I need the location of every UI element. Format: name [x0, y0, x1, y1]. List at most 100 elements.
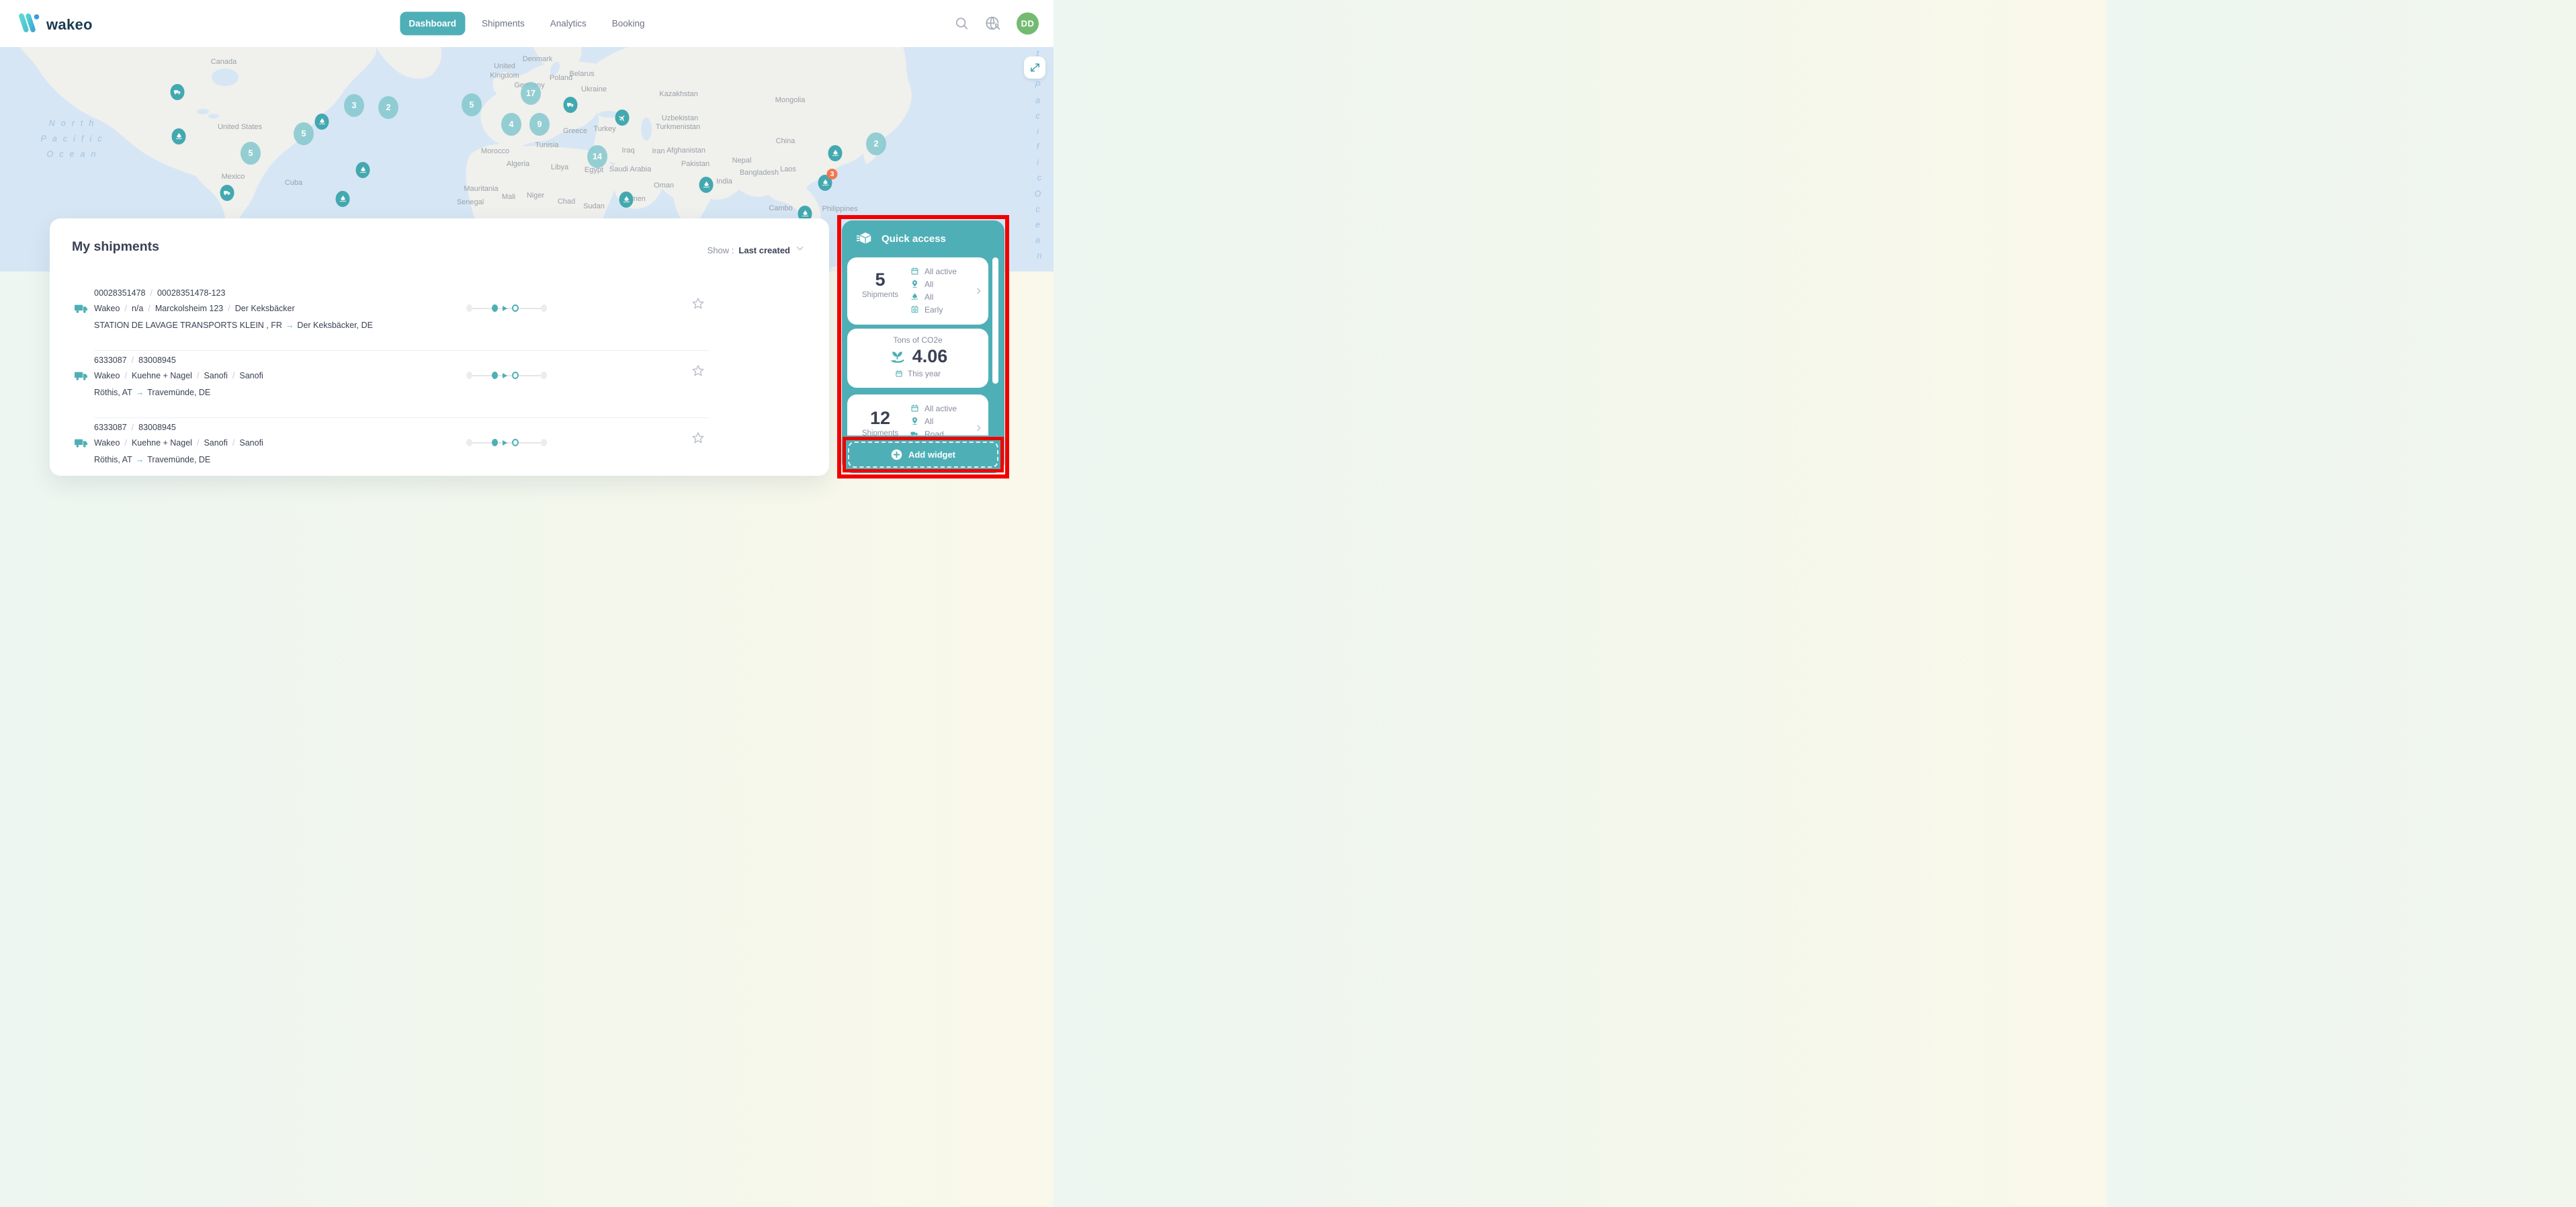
- quick-access-widget-co2[interactable]: Tons of CO2e4.06 This year: [847, 329, 988, 388]
- language-globe-icon[interactable]: [984, 15, 1002, 32]
- quick-access-widget-shipments[interactable]: 12Shipments All active All Road: [847, 394, 988, 435]
- search-icon[interactable]: [954, 16, 970, 32]
- plus-icon: [891, 449, 902, 460]
- map-cluster-marker[interactable]: 3: [344, 94, 364, 117]
- chevron-down-icon: [795, 243, 805, 257]
- shipment-references: 00028351478/00028351478-123: [94, 288, 225, 298]
- favorite-star-icon[interactable]: [691, 431, 705, 446]
- shipment-route: Röthis, AT→Travemünde, DE: [94, 455, 210, 464]
- route-arrow-icon: →: [282, 321, 298, 330]
- chevron-right-icon: [974, 424, 983, 433]
- widget-count-value: 5: [858, 269, 902, 290]
- wakeo-logo-text: wakeo: [46, 16, 93, 34]
- add-widget-button[interactable]: Add widget: [848, 442, 998, 468]
- map-ship-marker[interactable]: [315, 114, 329, 130]
- shipment-route: Röthis, AT→Travemünde, DE: [94, 388, 210, 397]
- calendar-icon: [910, 404, 919, 413]
- tab-booking[interactable]: Booking: [603, 12, 654, 36]
- co2-widget-title: Tons of CO2e: [847, 329, 988, 345]
- plant-icon: [888, 347, 906, 366]
- row-divider: [94, 417, 709, 418]
- chevron-right-icon: [974, 287, 983, 296]
- route-arrow-icon: →: [132, 388, 148, 397]
- sort-dropdown[interactable]: Show : Last created: [707, 243, 805, 257]
- truck-icon: [910, 429, 919, 435]
- truck-icon: [74, 368, 90, 384]
- shipment-parties: Wakeo/Kuehne + Nagel/Sanofi/Sanofi: [94, 371, 263, 380]
- main-nav-tabs: Dashboard Shipments Analytics Booking: [400, 12, 653, 36]
- co2-value: 4.06: [912, 346, 948, 367]
- pin-icon: [910, 280, 919, 288]
- shipment-references: 6333087/83008945: [94, 356, 176, 365]
- shipment-progress: [466, 304, 547, 313]
- map-cluster-marker[interactable]: 2: [866, 132, 886, 155]
- map-truck-marker[interactable]: [220, 185, 234, 201]
- widget-count-label: Shipments: [858, 429, 902, 435]
- widget-filter-text: All active: [925, 267, 957, 276]
- quick-access-scrollbar[interactable]: [992, 257, 998, 384]
- widget-filter-text: Early: [925, 305, 943, 315]
- navbar-right-actions: DD: [954, 13, 1039, 35]
- widget-filter-text: All: [925, 280, 933, 289]
- map-ship-marker[interactable]: [828, 145, 843, 161]
- shipment-parties: Wakeo/Kuehne + Nagel/Sanofi/Sanofi: [94, 438, 263, 448]
- wakeo-logo[interactable]: wakeo: [17, 11, 93, 38]
- quick-access-widget-shipments[interactable]: 5Shipments All active All All Early: [847, 257, 988, 325]
- quick-access-title: Quick access: [882, 233, 946, 245]
- map-cluster-marker[interactable]: 5: [294, 122, 314, 145]
- map-cluster-marker[interactable]: 5: [462, 93, 482, 116]
- map-plane-marker[interactable]: [615, 110, 630, 126]
- tab-dashboard[interactable]: Dashboard: [400, 12, 465, 36]
- map-cluster-marker[interactable]: 14: [587, 145, 607, 168]
- map-cluster-marker[interactable]: 4: [501, 113, 521, 136]
- sort-value: Last created: [738, 245, 790, 255]
- my-shipments-card: My shipments Show : Last created 0002835…: [50, 218, 829, 476]
- map-cluster-marker[interactable]: 2: [378, 96, 398, 119]
- favorite-star-icon[interactable]: [691, 296, 705, 311]
- map-ship-marker[interactable]: [699, 177, 714, 193]
- shipment-progress: [466, 439, 547, 447]
- widget-filter-text: Road: [925, 429, 944, 436]
- map-cluster-marker[interactable]: 17: [521, 82, 541, 105]
- quick-access-widgets: 5ShipmentsAll activeAllAllEarlyTons of C…: [842, 251, 1004, 435]
- widget-count-value: 12: [858, 408, 902, 429]
- quick-access-header: Quick access: [857, 231, 946, 247]
- alert-count-badge: 3: [827, 169, 838, 179]
- pin-icon: [910, 417, 919, 425]
- shipment-route: STATION DE LAVAGE TRANSPORTS KLEIN , FR→…: [94, 321, 373, 330]
- wakeo-logo-icon: [17, 11, 40, 38]
- shipment-references: 6333087/83008945: [94, 423, 176, 432]
- widget-filter-text: All: [925, 417, 933, 426]
- map-truck-marker[interactable]: [171, 84, 185, 100]
- map-ship-marker[interactable]: 3: [818, 175, 832, 191]
- page-title: My shipments: [72, 239, 159, 255]
- shipment-row[interactable]: 00028351478/00028351478-123Wakeo/n/a/Mar…: [50, 288, 829, 356]
- co2-period: This year: [908, 369, 941, 378]
- widget-filter-text: All active: [925, 404, 957, 413]
- map-cluster-marker[interactable]: 9: [529, 113, 550, 136]
- map-cluster-marker[interactable]: 5: [241, 142, 261, 165]
- map-ship-marker[interactable]: [356, 162, 370, 178]
- shipment-row[interactable]: 6333087/83008945 Wakeo/Kuehne + Nagel/San…: [50, 356, 829, 423]
- top-navbar: wakeo Dashboard Shipments Analytics Booking…: [0, 0, 1054, 47]
- timer-icon: [910, 305, 919, 314]
- widget-filter-text: All: [925, 292, 933, 302]
- sort-label: Show :: [707, 245, 734, 255]
- calendar-icon: [895, 370, 903, 378]
- tab-shipments[interactable]: Shipments: [473, 12, 533, 36]
- map-truck-marker[interactable]: [564, 97, 578, 113]
- truck-icon: [74, 435, 90, 451]
- map-ship-marker[interactable]: [619, 192, 634, 208]
- tab-analytics[interactable]: Analytics: [542, 12, 595, 36]
- map-ship-marker[interactable]: [336, 191, 350, 207]
- add-widget-label: Add widget: [908, 450, 955, 460]
- map-expand-button[interactable]: [1024, 56, 1045, 79]
- quick-access-panel: Quick access 5ShipmentsAll activeAllAllE…: [842, 220, 1004, 473]
- avatar[interactable]: DD: [1017, 13, 1039, 35]
- shipment-progress: [466, 372, 547, 380]
- map-ship-marker[interactable]: [172, 128, 186, 144]
- favorite-star-icon[interactable]: [691, 364, 705, 378]
- widget-count-label: Shipments: [858, 291, 902, 299]
- shipment-row[interactable]: 6333087/83008945 Wakeo/Kuehne + Nagel/San…: [50, 423, 829, 476]
- shipments-list: 00028351478/00028351478-123Wakeo/n/a/Mar…: [50, 283, 829, 476]
